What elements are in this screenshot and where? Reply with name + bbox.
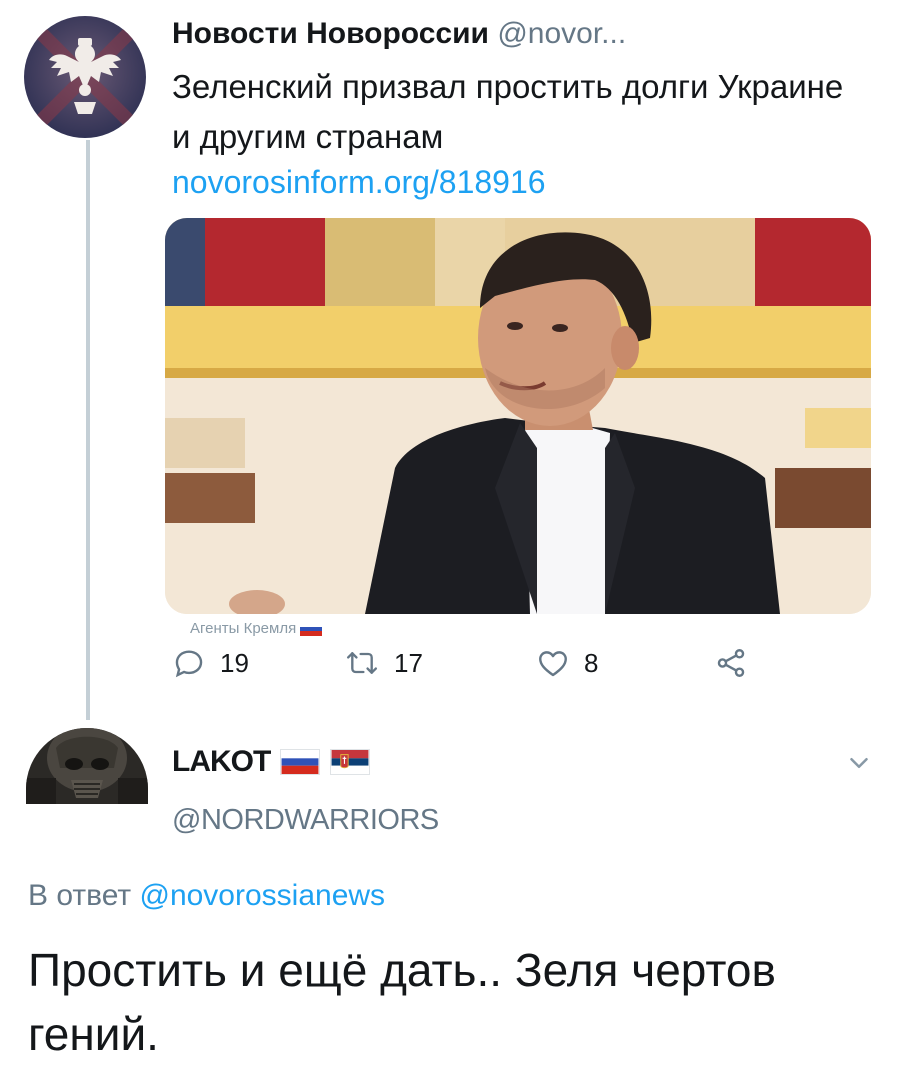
reply-context: В ответ @novorossianews: [28, 874, 385, 918]
like-action[interactable]: 8: [536, 638, 598, 688]
reply-count: 19: [220, 647, 249, 678]
tweet2-text: Простить и ещё дать.. Зеля чертов гений.: [28, 944, 776, 1060]
share-action[interactable]: [714, 638, 748, 688]
avatar-novosti-novorossii[interactable]: [24, 16, 146, 138]
russia-flag-icon: [280, 749, 321, 775]
serbia-flag-icon: [330, 749, 371, 775]
thread-connector-line: [86, 140, 90, 720]
retweet-icon: [346, 652, 378, 674]
tweet2-author-name[interactable]: LAKOT: [172, 740, 271, 784]
reply-icon: [175, 650, 203, 678]
tweet1-image-card[interactable]: [165, 218, 871, 614]
reply-prefix: В ответ: [28, 879, 132, 912]
tweet1-link[interactable]: novorosinform.org/818916: [172, 160, 546, 204]
tweet1-actions-bar: 19 17 8: [172, 638, 872, 688]
share-icon: [717, 649, 745, 677]
reply-mention-link[interactable]: @novorossianews: [139, 879, 385, 912]
tweet1-header: Новости Новороссии @novor...: [172, 14, 626, 54]
tweet1-text: Зеленский призвал простить долги Украине…: [172, 68, 844, 155]
tweet1-author-handle[interactable]: @novor...: [497, 17, 626, 50]
chevron-down-icon[interactable]: [844, 748, 874, 778]
tweet2-author-row: LAKOT: [172, 740, 371, 784]
like-count: 8: [584, 647, 599, 678]
reply-action[interactable]: 19: [172, 638, 249, 688]
tweet2-author-handle[interactable]: @NORDWARRIORS: [172, 798, 439, 842]
avatar-lakot[interactable]: [26, 728, 148, 804]
like-icon: [539, 651, 567, 677]
retweet-action[interactable]: 17: [344, 638, 423, 688]
image-watermark: Агенты Кремля: [190, 620, 323, 637]
tweet1-author-name[interactable]: Новости Новороссии: [172, 17, 489, 50]
russia-flag-icon: [300, 621, 323, 636]
watermark-text: Агенты Кремля: [190, 620, 297, 637]
retweet-count: 17: [394, 647, 423, 678]
